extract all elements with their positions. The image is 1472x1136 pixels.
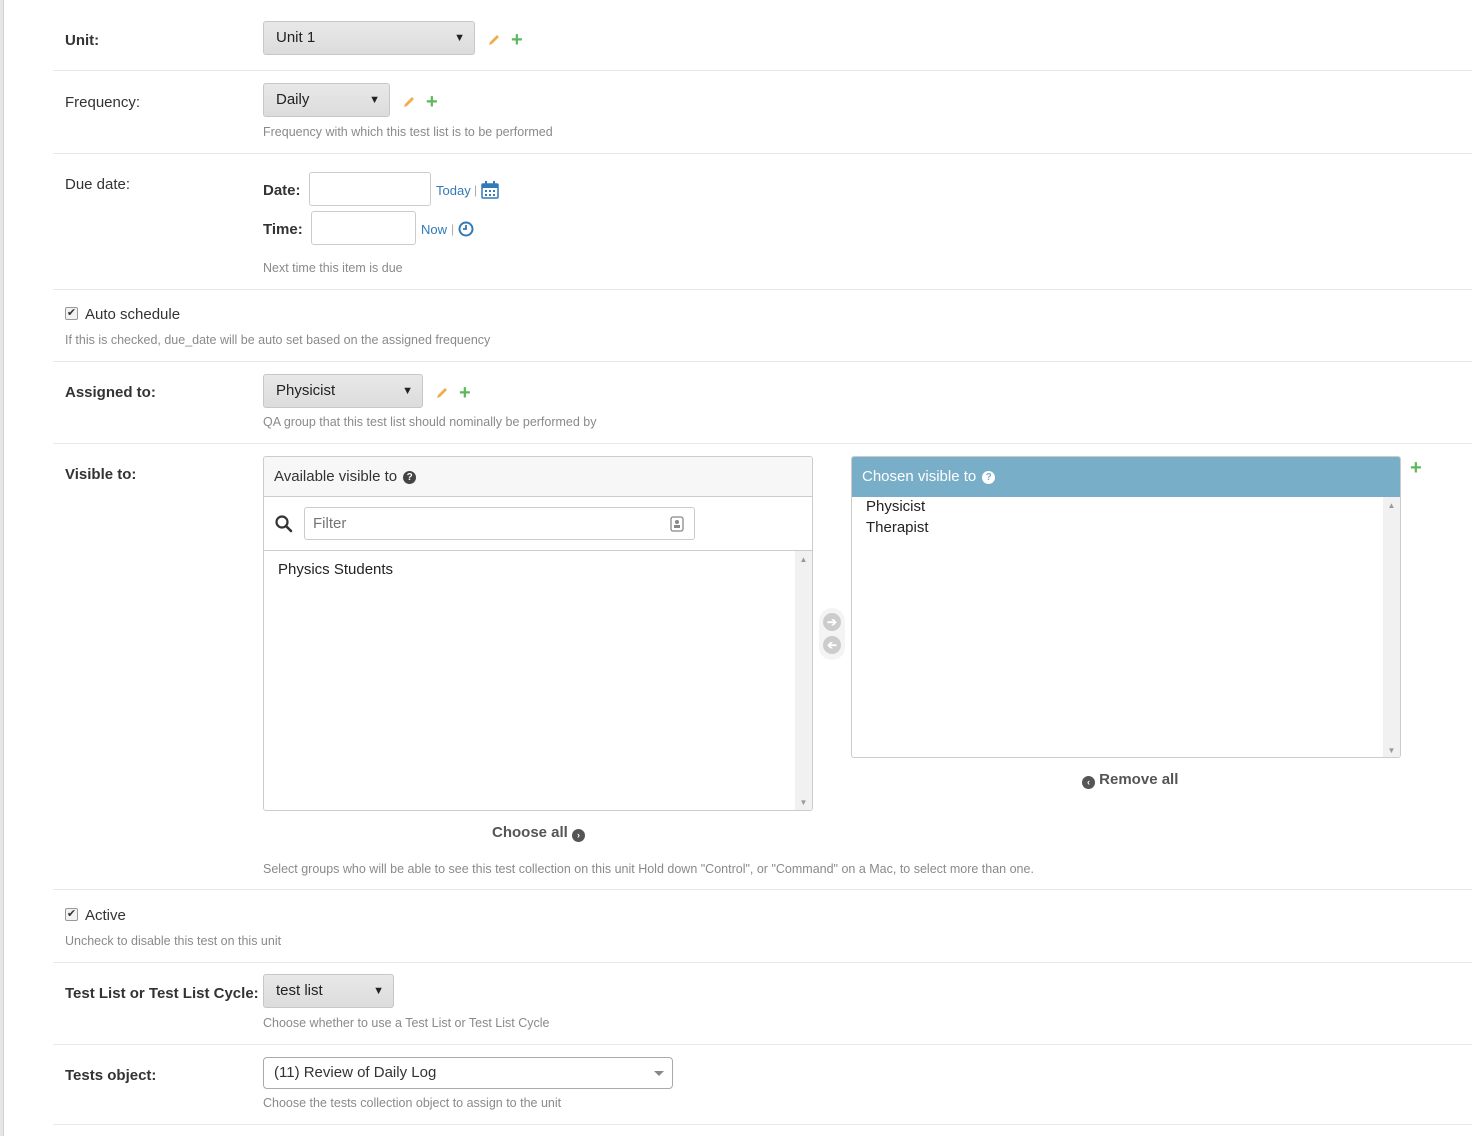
unit-row: Unit: Unit 1 ▼ + xyxy=(53,0,1472,71)
remove-all-link[interactable]: ‹ Remove all xyxy=(1082,771,1178,789)
unit-select-value: Unit 1 xyxy=(276,29,316,46)
active-row: ✔ Active Uncheck to disable this test on… xyxy=(53,890,1472,963)
auto-schedule-label: Auto schedule xyxy=(85,306,181,323)
add-selected-arrow-icon[interactable]: ➔ xyxy=(823,613,841,631)
time-input[interactable] xyxy=(311,211,416,245)
available-scrollbar[interactable]: ▲ ▼ xyxy=(795,551,812,810)
scroll-up-icon[interactable]: ▲ xyxy=(795,555,812,564)
frequency-help: Frequency with which this test list is t… xyxy=(263,125,553,139)
separator: | xyxy=(451,222,455,236)
available-item[interactable]: Physics Students xyxy=(278,561,393,578)
assigned-to-help: QA group that this test list should nomi… xyxy=(263,415,597,429)
chevron-down-icon: ▼ xyxy=(369,94,380,106)
remove-selected-arrow-icon[interactable]: ➔ xyxy=(823,636,841,654)
scroll-up-icon[interactable]: ▲ xyxy=(1383,501,1400,510)
clock-icon[interactable] xyxy=(458,221,474,237)
frequency-select-value: Daily xyxy=(276,91,310,108)
calendar-icon[interactable] xyxy=(481,181,499,199)
tests-object-row: Tests object: (11) Review of Daily Log C… xyxy=(53,1045,1472,1125)
auto-schedule-help: If this is checked, due_date will be aut… xyxy=(65,333,491,347)
scroll-down-icon[interactable]: ▼ xyxy=(795,798,812,807)
help-icon: ? xyxy=(403,471,417,484)
choose-all-link[interactable]: Choose all › xyxy=(492,824,586,842)
tests-object-select[interactable]: (11) Review of Daily Log xyxy=(263,1057,673,1089)
content-type-help: Choose whether to use a Test List or Tes… xyxy=(263,1016,550,1030)
frequency-label: Frequency: xyxy=(65,94,141,111)
add-icon[interactable]: + xyxy=(511,30,523,50)
chevron-down-icon: ▼ xyxy=(373,985,384,997)
left-border xyxy=(0,0,4,1136)
frequency-row: Frequency: Daily ▼ + Frequency with whic… xyxy=(53,71,1472,154)
active-help: Uncheck to disable this test on this uni… xyxy=(65,934,282,948)
content-type-label: Test List or Test List Cycle: xyxy=(65,985,259,1002)
pencil-icon[interactable] xyxy=(435,386,449,400)
available-panel: Available visible to? Physics Students ▲… xyxy=(263,456,813,811)
available-title: Available visible to xyxy=(274,468,398,485)
frequency-select[interactable]: Daily ▼ xyxy=(263,83,390,117)
scroll-down-icon[interactable]: ▼ xyxy=(1383,746,1400,755)
visible-to-row: Visible to: Available visible to? Physic… xyxy=(53,444,1472,890)
chosen-panel: Chosen visible to? Physicist Therapist ▲… xyxy=(851,456,1401,758)
visible-to-label: Visible to: xyxy=(65,466,137,483)
assigned-to-label: Assigned to: xyxy=(65,384,156,401)
choose-all-label: Choose all xyxy=(492,824,568,841)
now-link[interactable]: Now xyxy=(421,222,447,237)
content-type-select-value: test list xyxy=(276,982,323,999)
due-date-label: Due date: xyxy=(65,176,131,193)
unit-label: Unit: xyxy=(65,32,100,49)
date-label: Date: xyxy=(263,182,301,199)
filter-input[interactable] xyxy=(304,507,695,540)
chevron-down-icon xyxy=(654,1071,664,1076)
selector-buttons: ➔ ➔ xyxy=(819,608,845,660)
assigned-to-select-value: Physicist xyxy=(276,382,336,399)
today-link[interactable]: Today xyxy=(436,183,471,198)
chevron-right-icon: › xyxy=(572,829,586,842)
add-icon[interactable]: + xyxy=(459,383,471,403)
due-date-row: Due date: Date: Today | Time: Now | Next… xyxy=(53,154,1472,290)
visible-to-help: Select groups who will be able to see th… xyxy=(263,862,1034,876)
tests-object-select-value: (11) Review of Daily Log xyxy=(274,1064,437,1081)
remove-all-label: Remove all xyxy=(1099,771,1179,788)
chosen-scrollbar[interactable]: ▲ ▼ xyxy=(1383,497,1400,757)
content-type-row: Test List or Test List Cycle: test list … xyxy=(53,963,1472,1045)
assigned-to-row: Assigned to: Physicist ▼ + QA group that… xyxy=(53,362,1472,444)
help-icon: ? xyxy=(982,471,996,484)
tests-object-label: Tests object: xyxy=(65,1067,157,1084)
active-checkbox[interactable]: ✔ xyxy=(65,908,78,921)
chosen-header: Chosen visible to? xyxy=(852,457,1400,497)
add-icon[interactable]: + xyxy=(1410,458,1422,478)
pencil-icon[interactable] xyxy=(402,95,416,109)
content-type-select[interactable]: test list ▼ xyxy=(263,974,394,1008)
chosen-item[interactable]: Therapist xyxy=(866,519,929,536)
separator: | xyxy=(474,183,478,197)
contact-card-icon xyxy=(670,516,684,532)
available-header: Available visible to? xyxy=(264,457,812,497)
filter-bar xyxy=(264,497,812,551)
pencil-icon[interactable] xyxy=(487,33,501,47)
due-date-help: Next time this item is due xyxy=(263,261,403,275)
chosen-item[interactable]: Physicist xyxy=(866,498,925,515)
chevron-down-icon: ▼ xyxy=(454,32,465,44)
search-icon xyxy=(275,515,293,533)
chosen-title: Chosen visible to xyxy=(862,468,977,485)
active-label: Active xyxy=(85,907,126,924)
tests-object-help: Choose the tests collection object to as… xyxy=(263,1096,562,1110)
unit-select[interactable]: Unit 1 ▼ xyxy=(263,21,475,55)
auto-schedule-checkbox[interactable]: ✔ xyxy=(65,307,78,320)
chevron-left-icon: ‹ xyxy=(1082,776,1095,789)
date-input[interactable] xyxy=(309,172,431,206)
chevron-down-icon: ▼ xyxy=(402,385,413,397)
time-label: Time: xyxy=(263,221,303,238)
auto-schedule-row: ✔ Auto schedule If this is checked, due_… xyxy=(53,290,1472,362)
assigned-to-select[interactable]: Physicist ▼ xyxy=(263,374,423,408)
add-icon[interactable]: + xyxy=(426,92,438,112)
